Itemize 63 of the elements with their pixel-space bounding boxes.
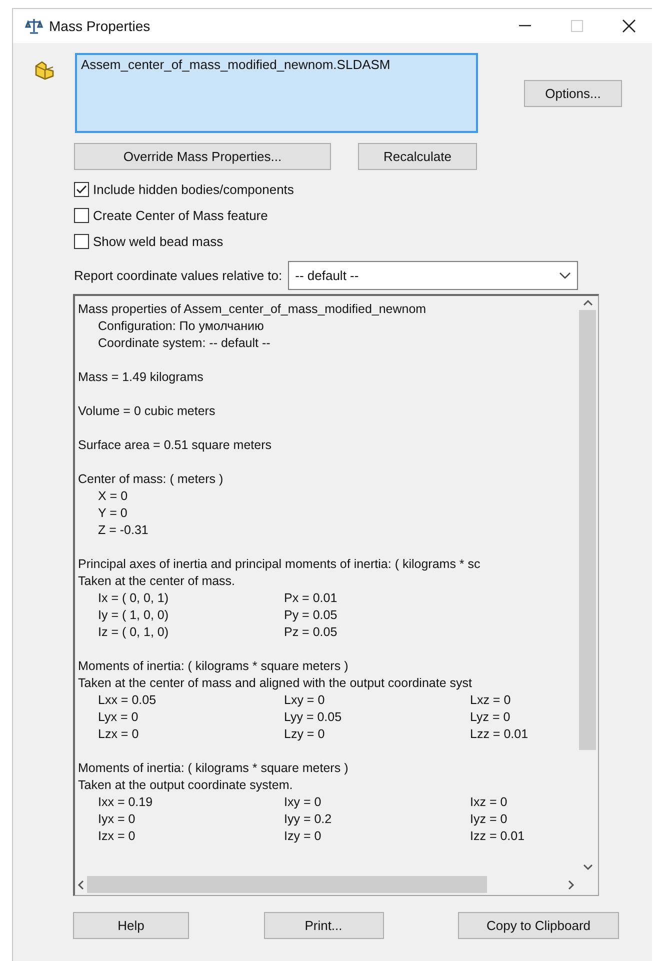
report-value: Lzz = 0.01 — [470, 726, 530, 743]
coordinate-dropdown[interactable]: -- default -- — [288, 261, 578, 290]
report-value: Z = -0.31 — [98, 522, 150, 539]
options-button[interactable]: Options... — [524, 80, 622, 107]
dialog-button[interactable]: Help — [73, 912, 189, 939]
override-mass-properties-button[interactable]: Override Mass Properties... — [74, 143, 331, 170]
report-value: Pz = 0.05 — [284, 624, 338, 641]
dialog-button[interactable]: Print... — [264, 912, 384, 939]
report-value: Iy = ( 1, 0, 0) — [98, 607, 170, 624]
scales-icon — [25, 17, 43, 35]
report-value: Py = 0.05 — [284, 607, 338, 624]
report-line: Taken at the output coordinate system. — [78, 777, 294, 794]
checkbox-label: Show weld bead mass — [93, 234, 224, 249]
report-value: Iyy = 0.2 — [284, 811, 333, 828]
recalculate-button[interactable]: Recalculate — [358, 143, 477, 170]
report-line: Configuration: По умолчанию — [97, 318, 265, 335]
report-value: Ix = ( 0, 0, 1) — [98, 590, 170, 607]
checkbox[interactable] — [74, 208, 89, 223]
horizontal-scrollbar[interactable] — [75, 874, 577, 895]
report-line: Coordinate system: -- default -- — [97, 335, 272, 352]
coordinate-label: Report coordinate values relative to: — [74, 268, 282, 283]
report-value: X = 0 — [98, 488, 129, 505]
window-title: Mass Properties — [49, 18, 152, 34]
report-line: Center of mass: ( meters ) — [78, 471, 224, 488]
report-value: Izy = 0 — [284, 828, 322, 845]
report-value: Y = 0 — [98, 505, 128, 522]
report-value: Lzy = 0 — [284, 726, 326, 743]
report-line: Moments of inertia: ( kilograms * square meters ) — [78, 760, 350, 777]
report-value: Px = 0.01 — [284, 590, 338, 607]
chevron-down-icon — [559, 272, 572, 280]
report-value: Lxy = 0 — [284, 692, 326, 709]
report-value: Lyz = 0 — [470, 709, 512, 726]
report-value: Iyx = 0 — [98, 811, 136, 828]
report-line: Volume = 0 cubic meters — [78, 403, 216, 420]
report-value: Iz = ( 0, 1, 0) — [98, 624, 170, 641]
report-line: Mass = 1.49 kilograms — [78, 369, 204, 386]
report-value: Lxz = 0 — [470, 692, 512, 709]
maximize-icon — [571, 20, 583, 32]
report-line: Mass properties of Assem_center_of_mass_modified_newnom — [78, 301, 428, 318]
selection-item[interactable]: Assem_center_of_mass_modified_newnom.SLDASM — [81, 57, 472, 72]
close-icon — [622, 19, 636, 33]
report-line: Principal axes of inertia and principal moments of inertia: ( kilograms * sc — [78, 556, 482, 573]
checkbox-label: Include hidden bodies/components — [93, 182, 294, 197]
report-line: Taken at the center of mass. — [78, 573, 236, 590]
report-value: Ixz = 0 — [470, 794, 508, 811]
checkbox[interactable] — [74, 182, 89, 197]
report-line: Taken at the center of mass and aligned with the output coordinate syst — [78, 675, 473, 692]
report-line: Moments of inertia: ( kilograms * square meters ) — [78, 658, 350, 675]
checkbox[interactable] — [74, 234, 89, 249]
report-value: Ixx = 0.19 — [98, 794, 154, 811]
checkbox-label: Create Center of Mass feature — [93, 208, 268, 223]
report-value: Lyx = 0 — [98, 709, 140, 726]
report-value: Izz = 0.01 — [470, 828, 526, 845]
report-value: Lyy = 0.05 — [284, 709, 343, 726]
dialog-button[interactable]: Copy to Clipboard — [458, 912, 619, 939]
selection-list[interactable]: Assem_center_of_mass_modified_newnom.SLDASM — [75, 53, 478, 133]
report-value: Iyz = 0 — [470, 811, 508, 828]
report-value: Lxx = 0.05 — [98, 692, 158, 709]
minimize-icon — [519, 25, 531, 27]
report-line: Surface area = 0.51 square meters — [78, 437, 273, 454]
report-value: Lzx = 0 — [98, 726, 140, 743]
report-value: Ixy = 0 — [284, 794, 322, 811]
report-value: Izx = 0 — [98, 828, 136, 845]
